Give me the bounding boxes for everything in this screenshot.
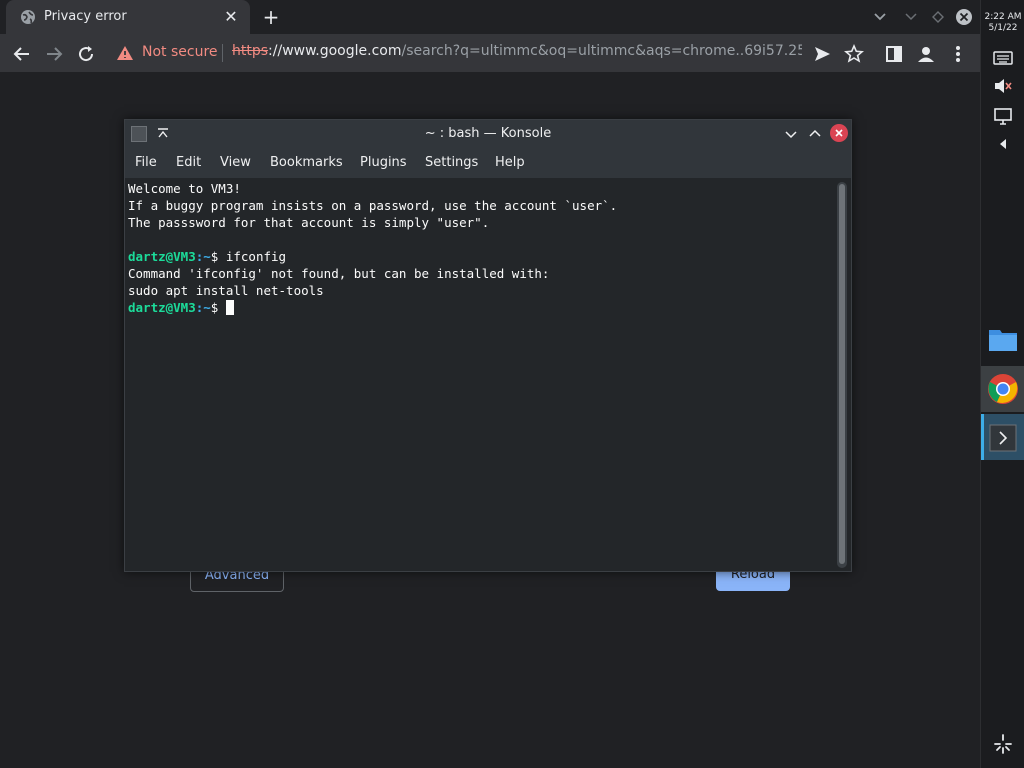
star-icon[interactable] <box>842 42 866 66</box>
prompt-command: ifconfig <box>218 249 287 264</box>
files-folder-icon[interactable] <box>988 326 1018 352</box>
system-shelf: 2:22 AM 5/1/22 <box>980 0 1024 768</box>
menu-edit[interactable]: Edit <box>176 155 201 170</box>
konsole-titlebar[interactable]: ~ : bash — Konsole <box>125 120 851 148</box>
tab-close-icon[interactable]: ✕ <box>222 8 240 26</box>
close-window-icon[interactable] <box>955 8 973 26</box>
minimize-icon[interactable] <box>902 8 920 26</box>
forward-arrow-icon[interactable] <box>42 42 66 66</box>
prompt-path: :~ <box>195 249 211 264</box>
launcher-icon[interactable] <box>991 732 1015 756</box>
prompt-symbol: $ <box>210 300 219 315</box>
warning-triangle-icon[interactable] <box>116 44 134 62</box>
terminal-line: If a buggy program insists on a password… <box>128 198 618 213</box>
terminal-prompt-line: dartz@VM3:~$ ifconfig <box>128 248 830 265</box>
security-status-label[interactable]: Not secure <box>142 44 218 60</box>
konsole-menubar: File Edit View Bookmarks Plugins Setting… <box>125 148 851 178</box>
konsole-window-title: ~ : bash — Konsole <box>424 126 552 141</box>
terminal-line: The passsword for that account is simply… <box>128 215 490 230</box>
menu-help[interactable]: Help <box>495 155 525 170</box>
display-icon[interactable] <box>991 104 1015 128</box>
prompt-path: :~ <box>195 300 211 315</box>
maximize-icon[interactable] <box>807 126 823 142</box>
globe-icon <box>21 10 35 24</box>
clock-time: 2:22 AM <box>984 12 1022 22</box>
url-path: /search?q=ultimmc&oq=ultimmc&aqs=chrome.… <box>401 43 802 59</box>
scrollbar-thumb[interactable] <box>839 184 845 564</box>
keyboard-icon[interactable] <box>991 46 1015 70</box>
prompt-user: dartz@VM3 <box>128 300 196 315</box>
terminal-line: Command 'ifconfig' not found, but can be… <box>128 266 550 281</box>
address-bar[interactable]: Not secure https://www.google.com/search… <box>108 40 808 66</box>
clock[interactable]: 2:22 AM 5/1/22 <box>981 12 1024 34</box>
minimize-icon[interactable] <box>783 126 799 142</box>
browser-toolbar: Not secure https://www.google.com/search… <box>0 34 980 72</box>
terminal-output[interactable]: Welcome to VM3! If a buggy program insist… <box>125 178 833 571</box>
side-panel-icon[interactable] <box>882 42 906 66</box>
collapse-arrow-icon[interactable] <box>991 132 1015 156</box>
menu-settings[interactable]: Settings <box>425 155 478 170</box>
back-arrow-icon[interactable] <box>10 42 34 66</box>
prompt-user: dartz@VM3 <box>128 249 196 264</box>
menu-plugins[interactable]: Plugins <box>360 155 407 170</box>
menu-bookmarks[interactable]: Bookmarks <box>270 155 343 170</box>
terminal-line: Welcome to VM3! <box>128 181 241 196</box>
restore-icon[interactable] <box>929 8 947 26</box>
url-host: ://www.google.com <box>268 43 402 59</box>
send-icon[interactable] <box>810 42 834 66</box>
url-text[interactable]: https://www.google.com/search?q=ultimmc&… <box>232 43 802 59</box>
terminal-prompt-line: dartz@VM3:~$ <box>128 299 830 316</box>
new-tab-button[interactable]: + <box>260 6 282 28</box>
konsole-window: ~ : bash — Konsole File Edit View Bookma… <box>124 119 852 572</box>
terminal-line: sudo apt install net-tools <box>128 283 324 298</box>
omnibox-divider <box>222 44 223 62</box>
text-cursor <box>225 300 234 315</box>
url-scheme: https <box>232 43 269 59</box>
clock-date: 5/1/22 <box>988 23 1018 33</box>
menu-file[interactable]: File <box>135 155 157 170</box>
tab-title: Privacy error <box>44 9 127 24</box>
chrome-icon[interactable] <box>987 373 1019 405</box>
mute-icon[interactable] <box>991 74 1015 98</box>
menu-view[interactable]: View <box>220 155 251 170</box>
tab-strip: Privacy error ✕ + <box>0 0 980 34</box>
konsole-icon[interactable] <box>989 424 1017 452</box>
reload-icon[interactable] <box>74 42 98 66</box>
more-menu-icon[interactable] <box>946 42 970 66</box>
terminal-scrollbar[interactable] <box>837 182 847 568</box>
tab-privacy-error[interactable]: Privacy error ✕ <box>6 0 250 34</box>
profile-icon[interactable] <box>914 42 938 66</box>
chevron-down-icon[interactable] <box>871 8 889 26</box>
close-icon[interactable] <box>830 124 848 142</box>
